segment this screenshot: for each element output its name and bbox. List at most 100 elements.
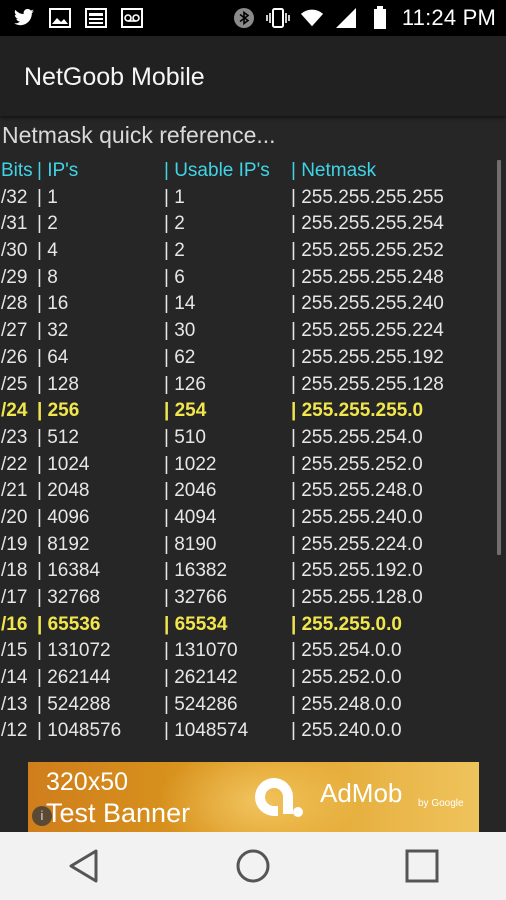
ad-size-label: 320x50 [46,768,129,796]
table-row: /27 | 32 | 30 | 255.255.255.224 [0,318,500,345]
cell-ips: | 512 [37,426,79,448]
cell-netmask: | 255.255.128.0 [291,587,423,608]
status-bar: 11:24 PM [0,0,506,36]
cell-netmask: | 255.255.255.252 [291,240,444,262]
cell-usable-ips: | 126 [164,373,206,395]
cell-netmask: | 255.254.0.0 [291,640,402,662]
cell-ips: | 32 [37,320,69,342]
image-icon [48,7,72,29]
cell-netmask: | 255.252.0.0 [291,667,402,689]
table-row: /23 | 512 | 510 | 255.255.254.0 [0,425,500,452]
cell-netmask: | 255.255.255.192 [291,346,444,368]
cell-usable-ips: | 262142 [164,667,238,689]
back-button[interactable] [54,841,114,891]
cell-netmask: | 255.255.240.0 [291,506,423,528]
news-icon [84,7,108,29]
cell-ips: | 2 [37,213,58,235]
cell-bits: /13 [1,693,28,715]
cell-bits: /24 [1,400,28,422]
table-row: /24 | 256 | 254 | 255.255.255.0 [0,398,500,425]
cell-bits: /21 [1,480,28,502]
recents-icon [405,849,439,883]
cell-netmask: | 255.255.255.254 [291,213,444,235]
cell-bits: /28 [1,293,28,315]
wifi-icon [300,7,324,29]
cell-bits: /20 [1,506,28,528]
header-ips: | IP's [37,160,79,181]
cell-netmask: | 255.255.224.0 [291,533,423,555]
cell-ips: | 1048576 [37,720,122,742]
status-bar-system: 11:24 PM [232,5,506,31]
cell-ips: | 64 [37,346,69,368]
cell-ips: | 524288 [37,693,111,715]
cell-netmask: | 255.255.255.0 [291,400,424,422]
ad-banner[interactable]: 320x50 Test Banner i AdMob by Google [28,762,479,832]
cell-usable-ips: | 2046 [164,480,217,502]
scrollbar[interactable] [497,160,501,555]
cell-ips: | 2048 [37,480,90,502]
cell-bits: /23 [1,426,28,448]
home-button[interactable] [223,841,283,891]
cell-netmask: | 255.248.0.0 [291,693,402,715]
cell-usable-ips: | 65534 [164,613,228,635]
cell-usable-ips: | 1 [164,186,185,208]
admob-logo-icon [252,770,306,824]
cell-usable-ips: | 62 [164,346,196,368]
app-bar: NetGoob Mobile [0,36,506,116]
cell-netmask: | 255.255.255.240 [291,293,444,315]
cell-netmask: | 255.255.254.0 [291,426,423,448]
cell-usable-ips: | 1048574 [164,720,249,742]
ad-brand: AdMob [320,778,403,808]
cell-ips: | 128 [37,373,79,395]
status-bar-notifications [0,7,144,29]
table-row: /13 | 524288 | 524286 | 255.248.0.0 [0,692,500,719]
cell-bits: /31 [1,213,28,235]
cell-bits: /30 [1,240,28,262]
cell-netmask: | 255.255.255.248 [291,266,444,288]
cell-ips: | 262144 [37,667,111,689]
ad-info-icon[interactable]: i [32,806,52,826]
cell-usable-ips: | 30 [164,320,196,342]
navigation-bar [0,832,506,900]
table-row: /19 | 8192 | 8190 | 255.255.224.0 [0,532,500,559]
cell-ips: | 256 [37,400,80,422]
cell-netmask: | 255.255.255.255 [291,186,444,208]
table-row: /20 | 4096 | 4094 | 255.255.240.0 [0,505,500,532]
cell-netmask: | 255.255.255.128 [291,373,444,395]
header-usable-ips: | Usable IP's [164,160,270,181]
netmask-reference[interactable]: Netmask quick reference... Bits | IP's |… [0,116,506,762]
cell-usable-ips: | 131070 [164,640,238,662]
table-row: /14 | 262144 | 262142 | 255.252.0.0 [0,665,500,692]
cell-usable-ips: | 4094 [164,506,217,528]
cell-bits: /19 [1,533,28,555]
ad-label: Test Banner [46,798,191,828]
cell-ips: | 1024 [37,453,90,475]
recents-button[interactable] [392,841,452,891]
table-row: /17 | 32768 | 32766 | 255.255.128.0 [0,585,500,612]
table-row: /22 | 1024 | 1022 | 255.255.252.0 [0,452,500,479]
cell-ips: | 4 [37,240,58,262]
cell-bits: /32 [1,186,28,208]
netmask-table[interactable]: Bits | IP's | Usable IP's | Netmask /32 |… [0,158,500,745]
bluetooth-icon [232,7,256,29]
header-bits: Bits [1,160,33,181]
cell-bits: /26 [1,346,28,368]
cell-ips: | 32768 [37,587,101,608]
table-row: /18 | 16384 | 16382 | 255.255.192.0 [0,558,500,585]
cell-usable-ips: | 6 [164,266,185,288]
table-row: /32 | 1 | 1 | 255.255.255.255 [0,185,500,212]
cell-bits: /16 [1,613,28,635]
cell-usable-ips: | 254 [164,400,207,422]
cell-bits: /14 [1,667,28,689]
cell-bits: /18 [1,560,28,582]
cell-bits: /29 [1,266,28,288]
table-row: /30 | 4 | 2 | 255.255.255.252 [0,238,500,265]
cell-bits: /15 [1,640,28,662]
signal-icon [334,7,358,29]
cell-bits: /25 [1,373,28,395]
cell-usable-ips: | 524286 [164,693,238,715]
battery-icon [368,6,392,29]
table-row: /16 | 65536 | 65534 | 255.255.0.0 [0,612,500,639]
home-icon [236,849,270,883]
cell-usable-ips: | 1022 [164,453,217,475]
